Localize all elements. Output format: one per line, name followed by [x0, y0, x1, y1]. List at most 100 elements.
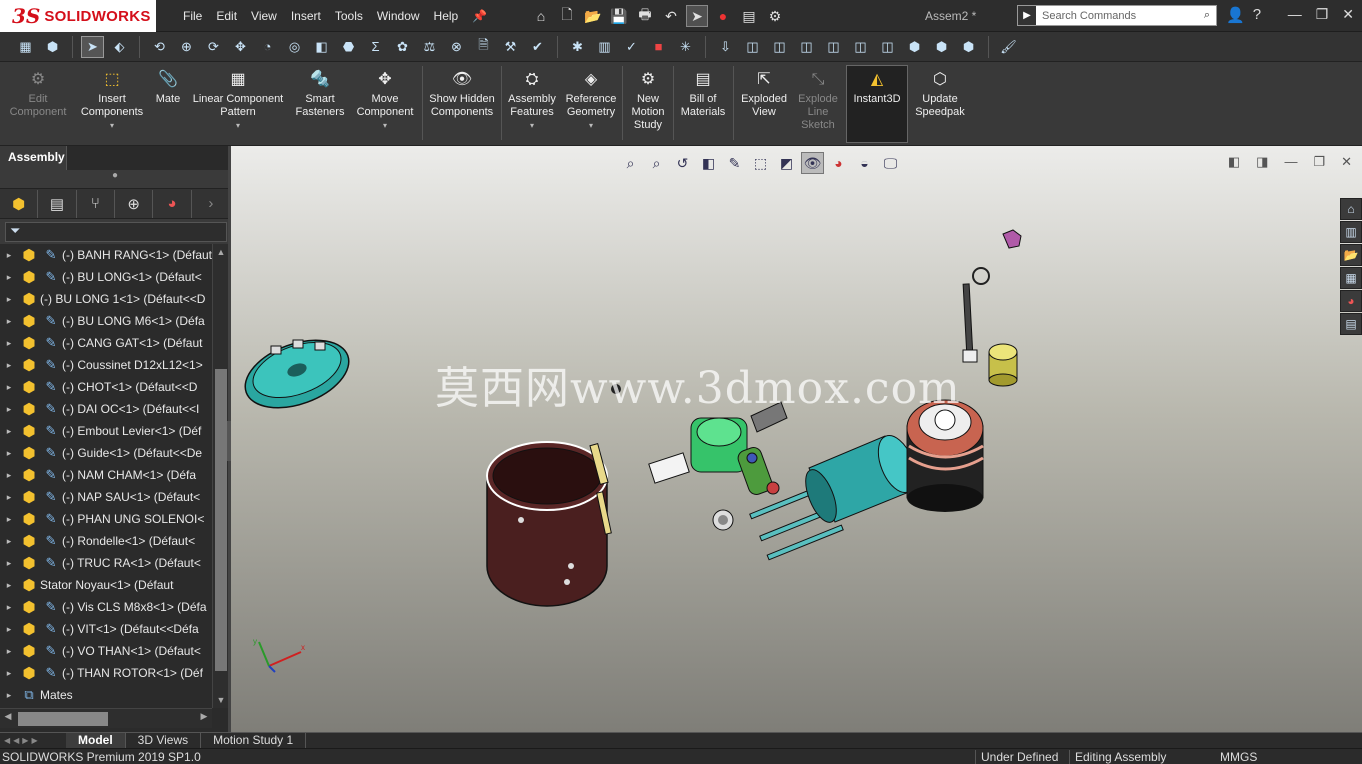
check-icon[interactable]: ✔: [526, 36, 549, 58]
display-states-icon[interactable]: ⚒: [499, 36, 522, 58]
assembly-icon[interactable]: ⬢: [41, 36, 64, 58]
smart-dimension-icon[interactable]: ⟲: [148, 36, 171, 58]
menu-view[interactable]: View: [244, 9, 284, 23]
normal-to-icon[interactable]: ⇩: [714, 36, 737, 58]
panel-handle[interactable]: ●: [0, 170, 230, 188]
chevron-down-icon[interactable]: ▾: [110, 119, 114, 132]
isometric-icon[interactable]: ⬢: [903, 36, 926, 58]
user-icon[interactable]: 👤: [1226, 6, 1245, 24]
lever-part[interactable]: [962, 267, 990, 363]
view-top-icon[interactable]: ◫: [849, 36, 872, 58]
file-properties-icon[interactable]: ▤: [738, 5, 760, 27]
minimize-icon[interactable]: —: [1288, 6, 1302, 23]
view-front-icon[interactable]: ◫: [741, 36, 764, 58]
section-icon[interactable]: ◧: [310, 36, 333, 58]
tree-item[interactable]: ▸ ⬢ ✎ (-) VO THAN<1> (Défaut<: [0, 640, 212, 662]
tree-item[interactable]: ▸ ⬢ ✎ (-) THAN ROTOR<1> (Déf: [0, 662, 212, 684]
reference-geometry-button[interactable]: ◈ Reference Geometry ▾: [562, 68, 620, 132]
scroll-right-icon[interactable]: ▶: [196, 711, 212, 722]
insert-components-button[interactable]: ⬚ Insert Components ▾: [76, 68, 148, 132]
undo-icon[interactable]: ↶: [660, 5, 682, 27]
expand-arrow-icon[interactable]: ▸: [0, 316, 18, 327]
mate-button[interactable]: 📎 Mate: [150, 68, 186, 106]
print-icon[interactable]: 🖶: [634, 5, 656, 27]
chevron-right-icon[interactable]: ›: [192, 190, 230, 218]
scroll-down-icon[interactable]: ▼: [213, 692, 229, 708]
new-motion-study-button[interactable]: ⚙ New Motion Study: [625, 68, 671, 132]
expand-arrow-icon[interactable]: ▸: [0, 382, 18, 393]
search-scope-icon[interactable]: ▶: [1018, 6, 1036, 25]
graphics-area[interactable]: ⌕ ⌕ ↺ ◧ ✎ ⬚ ◩ 👁 ◕ ◒ 🖵 ◧ ◨ — ❐ ✕ ⌂ ▥ 📂 ▦ …: [231, 146, 1362, 732]
show-hidden-components-button[interactable]: 👁 Show Hidden Components: [426, 68, 498, 119]
note-icon[interactable]: 🗎: [472, 36, 495, 58]
assembly-features-button[interactable]: ⛭ Assembly Features ▾: [504, 68, 560, 132]
bolt-part[interactable]: [1002, 229, 1022, 249]
materials-icon[interactable]: ▥: [593, 36, 616, 58]
help-icon[interactable]: ?: [1253, 6, 1261, 24]
solenoid-part[interactable]: [799, 430, 923, 526]
expand-arrow-icon[interactable]: ▸: [0, 536, 18, 547]
dimxpert-tab-icon[interactable]: ⊕: [115, 189, 154, 218]
tree-item[interactable]: ▸ ⬢ ✎ (-) Vis CLS M8x8<1> (Défa: [0, 596, 212, 618]
expand-arrow-icon[interactable]: ▸: [0, 668, 18, 679]
tree-item[interactable]: ▸ ⬢ Stator Noyau<1> (Défaut: [0, 574, 212, 596]
chevron-down-icon[interactable]: ▾: [589, 119, 593, 132]
update-speedpak-button[interactable]: ⬡ Update Speedpak: [912, 68, 968, 119]
open-icon[interactable]: 📂: [582, 5, 604, 27]
displaymanager-tab-icon[interactable]: ◕: [153, 189, 192, 218]
tab-model[interactable]: Model: [66, 732, 126, 749]
tab-motion-study-1[interactable]: Motion Study 1: [201, 732, 307, 749]
hole-icon[interactable]: ⊗: [445, 36, 468, 58]
chevron-down-icon[interactable]: ▾: [236, 119, 240, 132]
expand-arrow-icon[interactable]: ▸: [0, 492, 18, 503]
zoom-icon[interactable]: ⊕: [175, 36, 198, 58]
exploded-view-button[interactable]: ⇱ Exploded View: [736, 68, 792, 119]
brush-icon[interactable]: 🖌: [997, 36, 1020, 58]
expand-arrow-icon[interactable]: ▸: [0, 426, 18, 437]
expand-arrow-icon[interactable]: ▸: [0, 250, 18, 261]
tree-item[interactable]: ▸ ⬢ ✎ (-) TRUC RA<1> (Défaut<: [0, 552, 212, 574]
expand-arrow-icon[interactable]: ▸: [0, 646, 18, 657]
linear-pattern-button[interactable]: ▦ Linear Component Pattern ▾: [190, 68, 286, 132]
select-arrow-icon[interactable]: ➤: [81, 35, 104, 58]
menu-file[interactable]: File: [176, 9, 209, 23]
bill-of-materials-button[interactable]: ▤ Bill of Materials: [676, 68, 730, 119]
view-back-icon[interactable]: ◫: [768, 36, 791, 58]
housing-part[interactable]: [486, 441, 608, 607]
measure-icon[interactable]: ◔: [256, 36, 279, 58]
move-component-button[interactable]: ✥ Move Component ▾: [352, 68, 418, 132]
tree-item[interactable]: ▸ ⬢ ✎ (-) NAM CHAM<1> (Défa: [0, 464, 212, 486]
tab-assembly[interactable]: Assembly: [0, 146, 67, 170]
verify-icon[interactable]: ✓: [620, 36, 643, 58]
expand-arrow-icon[interactable]: ▸: [0, 470, 18, 481]
trimetric-icon[interactable]: ⬢: [930, 36, 953, 58]
tree-item[interactable]: ▸ ⬢ ✎ (-) Rondelle<1> (Défaut<: [0, 530, 212, 552]
expand-arrow-icon[interactable]: ▸: [0, 272, 18, 283]
tree-item[interactable]: ▸ ⬢ ✎ (-) Guide<1> (Défaut<<De: [0, 442, 212, 464]
scroll-left-icon[interactable]: ◀: [0, 711, 16, 722]
close-icon[interactable]: ✕: [1342, 6, 1354, 23]
render-icon[interactable]: ✱: [566, 36, 589, 58]
select-icon[interactable]: ➤: [686, 5, 708, 27]
tree-item[interactable]: ▸ ⬢ ✎ (-) Coussinet D12xL12<1>: [0, 354, 212, 376]
filter-icon[interactable]: ⏷: [5, 222, 227, 242]
scroll-thumb[interactable]: [215, 369, 227, 671]
chevron-down-icon[interactable]: ▾: [383, 119, 387, 132]
appearance-icon[interactable]: ✿: [391, 36, 414, 58]
expand-arrow-icon[interactable]: ▸: [0, 404, 18, 415]
edit-component-button[interactable]: ⚙ Edit Component: [6, 68, 70, 119]
menu-help[interactable]: Help: [427, 9, 466, 23]
equation-icon[interactable]: Σ: [364, 36, 387, 58]
scroll-thumb[interactable]: [18, 712, 108, 726]
expand-arrow-icon[interactable]: ▸: [0, 580, 18, 591]
expand-arrow-icon[interactable]: ▸: [0, 294, 18, 305]
expand-arrow-icon[interactable]: ▸: [0, 690, 18, 701]
interference-icon[interactable]: ⚖: [418, 36, 441, 58]
pan-icon[interactable]: ✥: [229, 36, 252, 58]
featuremanager-tab-icon[interactable]: ⬢: [0, 189, 39, 218]
solidworks-logo[interactable]: 3S SOLIDWORKS: [0, 0, 156, 32]
scroll-up-icon[interactable]: ▲: [213, 244, 229, 260]
tree-item[interactable]: ▸ ⬢ ✎ (-) BU LONG<1> (Défaut<: [0, 266, 212, 288]
expand-arrow-icon[interactable]: ▸: [0, 558, 18, 569]
properties-icon[interactable]: ▦: [14, 36, 37, 58]
